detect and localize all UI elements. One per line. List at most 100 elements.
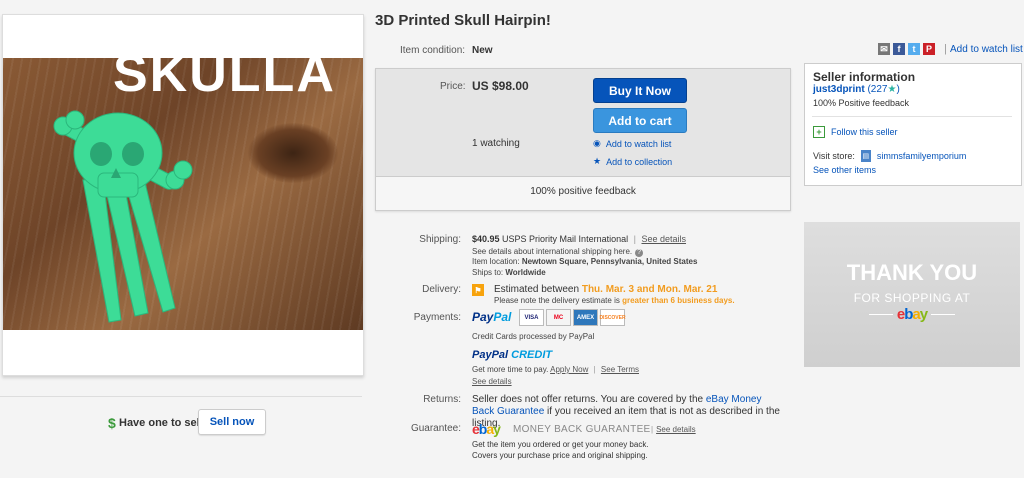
separator: | [651,425,654,434]
price-value: US $98.00 [472,79,529,93]
store-icon: ▤ [860,150,871,162]
help-icon[interactable]: ? [635,249,644,257]
ships-to: Ships to: Worldwide [472,268,546,277]
card-logos: VISA MC AMEX DISCOVER [519,309,626,326]
returns-text-a: Seller does not offer returns. You are c… [472,394,706,405]
more-time-text: Get more time to pay. [472,365,549,374]
eye-icon: ◉ [593,138,601,148]
money-back-guarantee-title: MONEY BACK GUARANTEE [513,424,651,435]
dollar-icon: $ [108,415,116,431]
ad-ebay-logo: ebay [804,306,1020,323]
visa-icon: VISA [519,309,544,326]
add-to-watch-list-link[interactable]: Add to watch list [950,44,1023,55]
pinterest-icon[interactable]: P [923,43,935,55]
shipping-line: $40.95 USPS Priority Mail International … [472,234,686,244]
seller-score[interactable]: (227 [867,84,887,95]
ad-line-right [931,314,956,315]
facebook-icon[interactable]: f [893,43,905,55]
paypal-a: Pay [472,310,494,324]
visit-store-label: Visit store: [813,151,855,161]
delivery-label: Delivery: [422,284,461,295]
guarantee-label: Guarantee: [410,423,461,434]
follow-seller[interactable]: + Follow this seller [813,126,898,138]
watching-count: 1 watching [472,138,520,149]
product-image-panel[interactable]: SKULLA [2,14,364,376]
visit-store-line: Visit store: ▤ simmsfamilyemporium [813,150,966,162]
share-icons: ✉ f t P [878,43,935,55]
ad-logo-y: y [919,306,928,323]
logo-e: e [472,421,480,437]
ad-headline: THANK YOU [846,260,978,285]
star-icon: ★ [593,156,602,166]
seller-feedback-percent: 100% Positive feedback [813,98,910,108]
buy-it-now-button[interactable]: Buy It Now [593,78,687,103]
credit-a: PayPal [472,349,509,361]
sell-now-button[interactable]: Sell now [198,409,266,435]
share-separator: | [944,43,947,55]
item-title: 3D Printed Skull Hairpin! [375,12,551,29]
ad-logo-a: a [912,306,920,323]
delivery-note-highlight: greater than 6 business days. [622,296,735,305]
delivery-note-prefix: Please note the delivery estimate is [494,296,620,305]
add-watch-label[interactable]: Add to watch list [606,139,672,149]
add-collection-label[interactable]: Add to collection [606,157,672,167]
payments-label: Payments: [413,312,461,323]
apply-now-link[interactable]: Apply Now [550,365,588,374]
email-icon[interactable]: ✉ [878,43,890,55]
plus-icon: + [813,126,825,138]
add-to-watch-list[interactable]: ◉ Add to watch list [593,138,671,149]
ad-line-left [868,314,893,315]
intl-note-text[interactable]: See details about international shipping… [472,247,632,256]
follow-seller-link[interactable]: Follow this seller [831,127,898,137]
positive-feedback: 100% positive feedback [530,186,636,197]
add-to-collection[interactable]: ★ Add to collection [593,156,672,167]
flag-icon: ⚑ [472,284,484,296]
amex-icon: AMEX [573,309,598,326]
separator: | [593,365,596,374]
delivery-estimate: Estimated between Thu. Mar. 3 and Mon. M… [494,284,717,295]
product-photo[interactable]: SKULLA [3,58,363,330]
separator: | [633,234,636,244]
ad-subline: FOR SHOPPING AT [853,291,971,305]
sell-row: $ Have one to sell? Sell now [0,396,362,447]
item-location-label: Item location: [472,257,520,266]
item-location-value: Newtown Square, Pennsylvania, United Sta… [521,257,698,266]
intl-shipping-note: See details about international shipping… [472,247,644,257]
shipping-see-details[interactable]: See details [641,234,686,244]
guarantee-line-1: Get the item you ordered or get your mon… [472,440,649,449]
seller-name-line: just3dprint (227★) [813,84,900,95]
shipping-cost: $40.95 [472,234,500,244]
returns-label: Returns: [423,394,461,405]
credit-b: CREDIT [511,349,553,361]
ad-logo-text: ebay [897,306,928,323]
twitter-icon[interactable]: t [908,43,920,55]
price-label: Price: [440,81,466,92]
skull-hairpin-illustration [53,110,193,323]
estimate-prefix: Estimated between [494,284,580,295]
paypal-b: Pal [493,310,512,324]
paypal-see-details-link[interactable]: See details [472,377,512,386]
guarantee-see-details-link[interactable]: See details [656,425,696,434]
store-link[interactable]: simmsfamilyemporium [877,151,967,161]
delivery-note: Please note the delivery estimate is gre… [494,296,735,305]
seller-info-title: Seller information [813,70,916,84]
condition-label: Item condition: [400,45,466,56]
paypal-credit-logo: PayPal CREDIT [472,349,552,361]
ships-to-value: Worldwide [505,268,546,277]
divider [812,116,1012,117]
paypal-logo: PayPal [472,310,511,324]
see-terms-link[interactable]: See Terms [601,365,639,374]
logo-y: y [493,421,501,437]
seller-name-link[interactable]: just3dprint [813,84,865,95]
see-other-items-link[interactable]: See other items [813,165,876,175]
shipping-method: USPS Priority Mail International [502,234,629,244]
ships-to-label: Ships to: [472,268,504,277]
seller-score-end: ) [896,84,900,95]
shipping-label: Shipping: [419,234,461,245]
add-to-cart-button[interactable]: Add to cart [593,108,687,133]
mastercard-icon: MC [546,309,571,326]
discover-icon: DISCOVER [599,309,626,326]
ebay-logo: ebay [472,421,501,437]
delivery-range: Thu. Mar. 3 and Mon. Mar. 21 [581,284,718,295]
condition-value: New [472,45,493,56]
